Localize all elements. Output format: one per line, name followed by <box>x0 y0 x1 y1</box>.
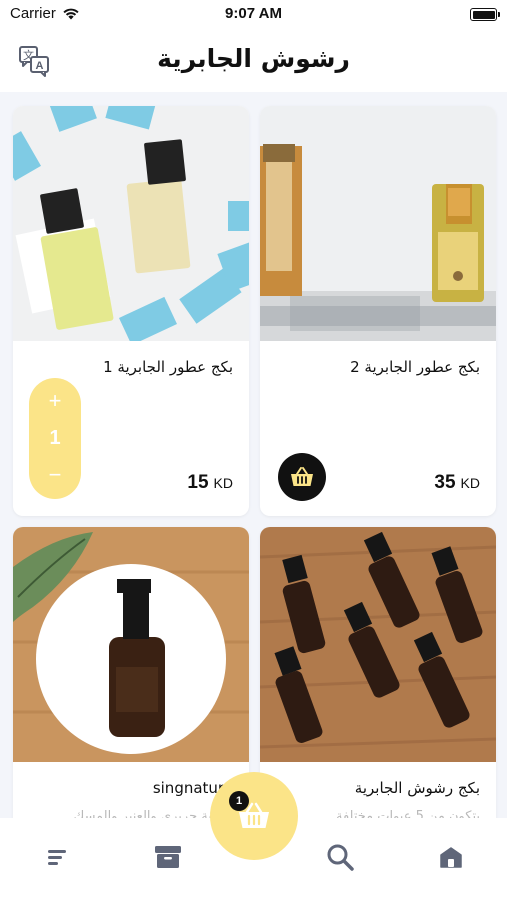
product-image <box>13 106 249 341</box>
cart-count-badge: 1 <box>229 791 249 811</box>
app-header: 文 A رشوش الجابرية <box>0 30 507 92</box>
product-image <box>260 527 496 762</box>
product-name: singnature <box>152 779 233 797</box>
price-amount: 15 <box>187 472 209 493</box>
battery-icon <box>470 8 500 21</box>
product-image <box>260 106 496 341</box>
status-bar: Carrier 9:07 AM <box>0 0 507 30</box>
search-icon <box>327 844 354 871</box>
tab-search[interactable] <box>325 842 355 872</box>
page-title: رشوش الجابرية <box>157 44 350 73</box>
product-name: بكج عطور الجابرية 2 <box>350 358 480 376</box>
price-amount: 35 <box>434 472 456 493</box>
product-price: 35 KD <box>434 472 480 494</box>
tab-home[interactable] <box>436 842 466 872</box>
cart-button[interactable] <box>210 772 298 860</box>
clock: 9:07 AM <box>225 5 282 22</box>
quantity-stepper[interactable]: + 1 − <box>29 378 81 499</box>
tab-menu[interactable] <box>42 842 72 872</box>
increment-button[interactable]: + <box>29 388 81 414</box>
product-price: 15 KD <box>187 472 233 494</box>
product-image <box>13 527 249 762</box>
archive-icon <box>155 846 181 868</box>
product-name: بكج عطور الجابرية 1 <box>103 358 233 376</box>
price-currency: KD <box>213 475 233 491</box>
add-to-cart-button[interactable] <box>278 453 326 501</box>
product-name: بكج رشوش الجابرية <box>354 779 480 797</box>
decrement-button[interactable]: − <box>29 462 81 488</box>
menu-icon <box>48 850 66 865</box>
home-icon <box>440 847 462 868</box>
quantity-value: 1 <box>49 427 61 449</box>
price-currency: KD <box>460 475 480 491</box>
tab-orders[interactable] <box>153 842 183 872</box>
basket-icon <box>291 467 313 486</box>
